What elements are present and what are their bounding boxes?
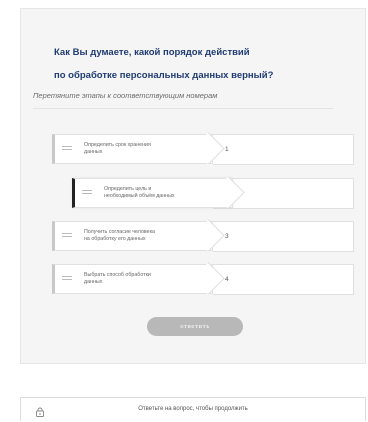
draggable-step[interactable]: Выбрать способ обработки данных — [52, 262, 225, 295]
drag-handle-icon[interactable] — [82, 190, 92, 196]
step-label: Определить срок хранения данных — [84, 142, 151, 156]
step-label-line-2: на обработку его данных — [84, 236, 146, 242]
answer-slot-4[interactable]: 4 — [213, 264, 354, 295]
step-label: Выбрать способ обработки данных — [84, 272, 151, 286]
continue-message: Ответьте на вопрос, чтобы продолжить — [138, 406, 248, 412]
step-label-line-1: Определить цель и — [104, 186, 152, 192]
drag-handle-icon[interactable] — [62, 146, 72, 152]
divider — [33, 108, 333, 109]
step-label: Получить согласие человека на обработку е… — [84, 229, 155, 243]
step-label-line-2: необходимый объём данных — [104, 193, 175, 199]
step-label-line-1: Определить срок хранения — [84, 142, 151, 148]
step-label-line-2: данных — [84, 149, 103, 155]
step-label-line-1: Получить согласие человека — [84, 229, 155, 235]
instruction-text: Перетяните этапы к соответствующим номер… — [33, 91, 218, 100]
submit-answer-button[interactable]: ответить — [147, 317, 243, 336]
continue-notice-bar: Ответьте на вопрос, чтобы продолжить — [20, 397, 366, 421]
drag-handle-icon[interactable] — [62, 276, 72, 282]
slot-number: 4 — [225, 276, 229, 283]
question-title-line-2: по обработке персональных данных верный? — [54, 70, 274, 81]
draggable-step-dragging[interactable]: Определить цель и необходимый объём данны… — [72, 176, 245, 209]
step-label: Определить цель и необходимый объём данны… — [104, 186, 175, 200]
answer-slot-3[interactable]: 3 — [213, 221, 354, 252]
slot-number: 3 — [225, 233, 229, 240]
drag-handle-icon[interactable] — [62, 233, 72, 239]
question-title-line-1: Как Вы думаете, какой порядок действий — [54, 47, 250, 58]
question-title: Как Вы думаете, какой порядок действий по… — [54, 41, 354, 87]
step-label-line-2: данных — [84, 279, 103, 285]
step-label-line-1: Выбрать способ обработки — [84, 272, 151, 278]
answer-slot-1[interactable]: 1 — [213, 134, 354, 165]
draggable-step[interactable]: Получить согласие человека на обработку е… — [52, 219, 225, 252]
slot-number: 1 — [225, 146, 229, 153]
draggable-step[interactable]: Определить срок хранения данных — [52, 132, 225, 165]
